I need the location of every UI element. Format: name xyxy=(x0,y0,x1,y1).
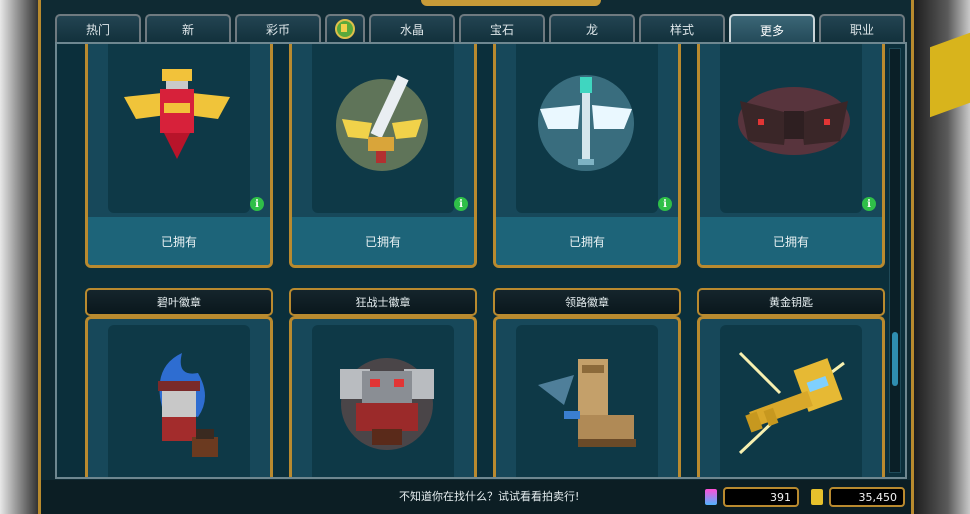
info-icon[interactable]: i xyxy=(658,197,672,211)
berserker-helmet-icon xyxy=(340,358,434,450)
gold-coin-icon xyxy=(811,489,823,505)
golden-key-icon xyxy=(738,351,845,455)
background-yellow-object xyxy=(930,32,970,118)
item-title: 碧叶徽章 xyxy=(85,288,273,316)
item-card[interactable] xyxy=(85,316,273,477)
owned-label: 已拥有 xyxy=(496,217,678,265)
item-card[interactable]: i 已拥有 xyxy=(85,44,273,268)
item-card[interactable]: i 已拥有 xyxy=(289,44,477,268)
golden-winged-sword-icon xyxy=(336,75,428,171)
background-left xyxy=(0,0,40,514)
item-card[interactable] xyxy=(697,316,885,477)
item-title: 狂战士徽章 xyxy=(289,288,477,316)
owned-label: 已拥有 xyxy=(700,217,882,265)
item-title: 黄金钥匙 xyxy=(697,288,885,316)
owned-label: 已拥有 xyxy=(88,217,270,265)
frame-top-ornament xyxy=(421,0,601,6)
owned-label: 已拥有 xyxy=(292,217,474,265)
tab-chromatic-coins[interactable]: 彩币 xyxy=(235,14,321,42)
info-icon[interactable]: i xyxy=(862,197,876,211)
tab-crystals[interactable]: 水晶 xyxy=(369,14,455,42)
info-icon[interactable]: i xyxy=(454,197,468,211)
auction-hint-text[interactable]: 不知道你在找什么？试试看看拍卖行! xyxy=(399,488,579,504)
item-card[interactable] xyxy=(289,316,477,477)
tab-more[interactable]: 更多 xyxy=(729,14,815,45)
item-title: 领路徽章 xyxy=(493,288,681,316)
coin-badge-icon xyxy=(335,19,355,39)
footer-bar: 不知道你在找什么？试试看看拍卖行! 391 35,450 xyxy=(41,480,911,514)
tab-classes[interactable]: 职业 xyxy=(819,14,905,42)
tab-hot[interactable]: 热门 xyxy=(55,14,141,42)
item-card[interactable] xyxy=(493,316,681,477)
item-card[interactable]: i 已拥有 xyxy=(493,44,681,268)
gold-balance: 35,450 xyxy=(829,487,905,507)
category-tabs: 热门 新 彩币 水晶 宝石 龙 样式 更多 职业 xyxy=(55,14,905,45)
background-right xyxy=(914,0,970,514)
blue-flame-character-icon xyxy=(158,353,218,457)
ice-winged-staff-icon xyxy=(538,75,634,171)
pathfinder-boot-icon xyxy=(538,359,636,447)
info-icon[interactable]: i xyxy=(250,197,264,211)
chromatic-coin-balance: 391 xyxy=(723,487,799,507)
item-card[interactable]: i 已拥有 xyxy=(697,44,885,268)
winged-red-badge-icon xyxy=(124,69,230,159)
tab-styles[interactable]: 样式 xyxy=(639,14,725,42)
dark-red-bat-wings-icon xyxy=(738,87,850,155)
scrollbar-thumb[interactable] xyxy=(892,332,898,386)
chromatic-coin-icon xyxy=(705,489,717,505)
tab-gems[interactable]: 宝石 xyxy=(459,14,545,42)
tab-coin-badge[interactable] xyxy=(325,14,365,42)
scrollbar[interactable] xyxy=(889,48,901,473)
shop-window: 热门 新 彩币 水晶 宝石 龙 样式 更多 职业 i 已拥有 i 已拥有 i 已… xyxy=(38,0,914,514)
tab-dragons[interactable]: 龙 xyxy=(549,14,635,42)
items-panel: i 已拥有 i 已拥有 i 已拥有 i 已拥有 碧叶徽章 狂战士徽章 领路徽章 … xyxy=(55,42,907,479)
tab-new[interactable]: 新 xyxy=(145,14,231,42)
